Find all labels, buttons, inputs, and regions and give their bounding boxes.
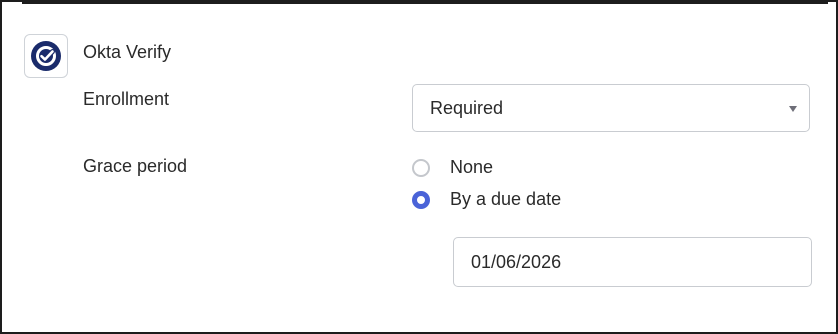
radio-none[interactable] xyxy=(412,158,430,177)
due-date-value: 01/06/2026 xyxy=(471,252,562,272)
radio-by-due-date[interactable] xyxy=(412,190,430,209)
chevron-down-icon xyxy=(789,106,797,112)
authenticator-panel: Okta Verify Enrollment Required Grace pe… xyxy=(0,0,838,334)
radio-by-due-date-label: By a due date xyxy=(450,189,562,209)
top-divider xyxy=(22,2,828,4)
due-date-input[interactable]: 01/06/2026 xyxy=(453,237,812,287)
authenticator-name: Okta Verify xyxy=(83,42,172,62)
enrollment-selected-value: Required xyxy=(430,98,504,118)
enrollment-label: Enrollment xyxy=(83,89,170,109)
okta-verify-icon xyxy=(24,34,68,78)
grace-period-label: Grace period xyxy=(83,156,188,176)
radio-option-by-due-date[interactable]: By a due date xyxy=(412,189,561,210)
radio-none-label: None xyxy=(450,157,494,177)
radio-option-none[interactable]: None xyxy=(412,157,493,178)
enrollment-select[interactable]: Required xyxy=(412,84,810,132)
